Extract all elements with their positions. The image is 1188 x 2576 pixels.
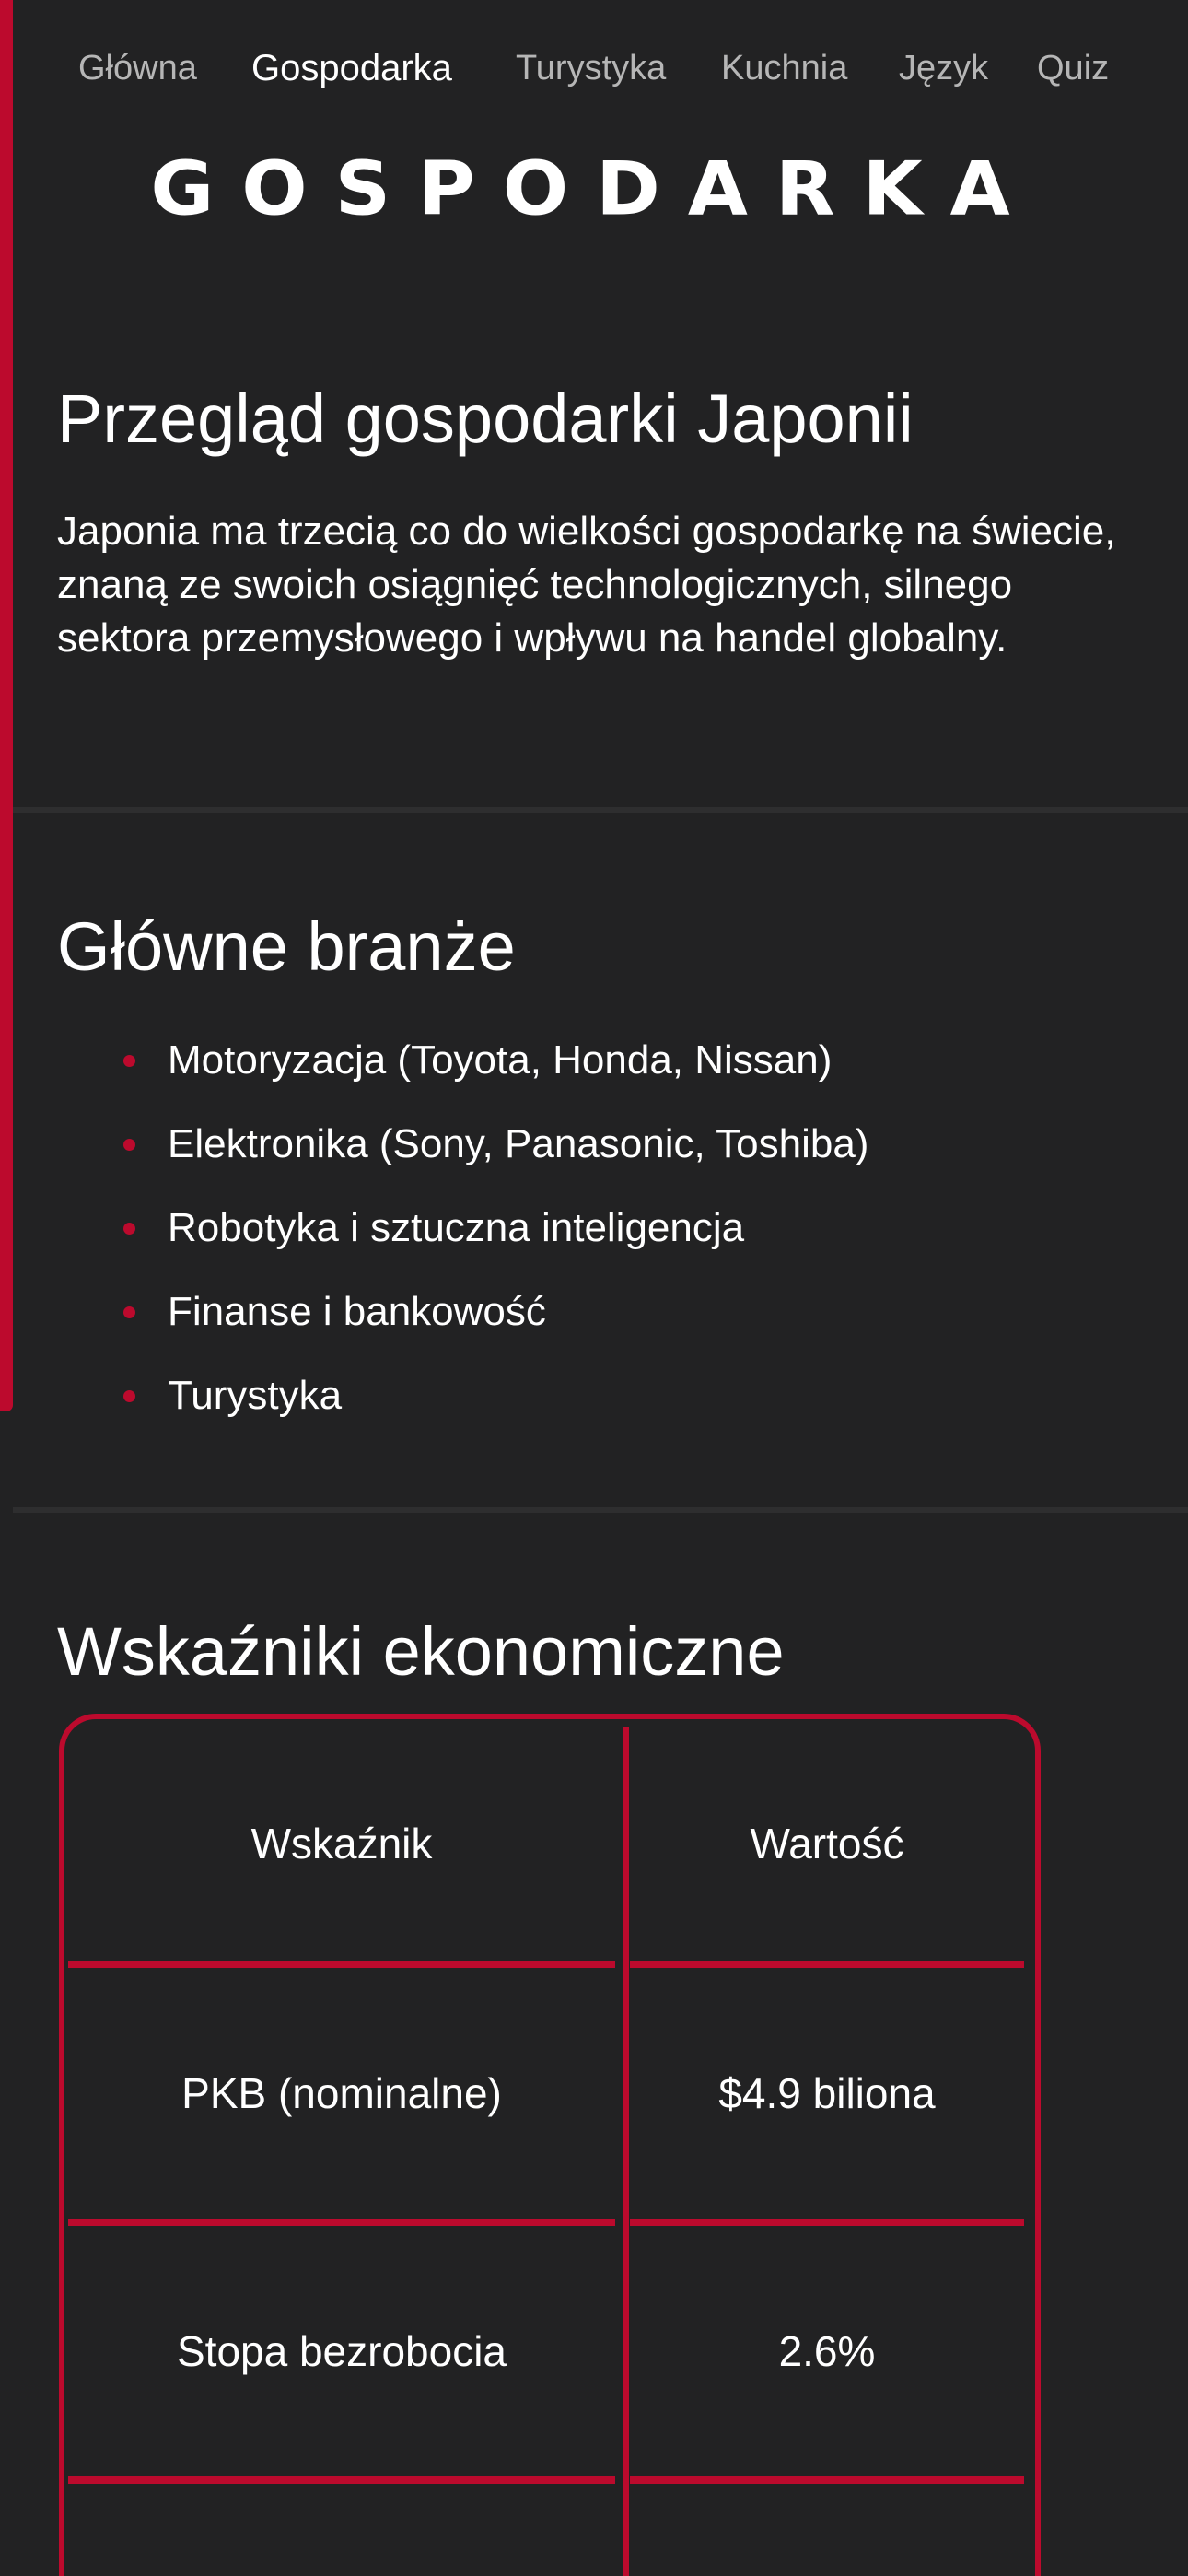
table-column-divider [623, 1727, 629, 2576]
page-logo: GOSPODARKA [150, 146, 1038, 232]
table-row-divider [630, 1961, 1024, 1968]
overview-text: Japonia ma trzecią co do wielkości gospo… [57, 509, 1116, 661]
list-item-label: Finanse i bankowość [168, 1289, 546, 1334]
table-row-divider [68, 2219, 615, 2226]
list-item-label: Elektronika (Sony, Panasonic, Toshiba) [168, 1121, 869, 1166]
list-item: Elektronika (Sony, Panasonic, Toshiba) [57, 1102, 868, 1186]
list-item-label: Robotyka i sztuczna inteligencja [168, 1205, 745, 1250]
table-cell-indicator: PKB (nominalne) [181, 2069, 502, 2117]
table-row-divider [68, 1961, 615, 1968]
table-cell-indicator: Stopa bezrobocia [176, 2327, 507, 2375]
bullet-icon [123, 1055, 135, 1067]
section-divider [13, 807, 1188, 813]
table-cell-value: 2.6% [778, 2327, 876, 2375]
list-item: Finanse i bankowość [57, 1270, 868, 1353]
list-item: Turystyka [57, 1353, 868, 1437]
bullet-icon [123, 1306, 135, 1318]
nav-link-kuchnia[interactable]: Kuchnia [721, 37, 847, 100]
table-row-divider [630, 2219, 1024, 2226]
list-item: Robotyka i sztuczna inteligencja [57, 1186, 868, 1270]
table-row-divider [630, 2476, 1024, 2484]
list-item-label: Motoryzacja (Toyota, Honda, Nissan) [168, 1037, 833, 1083]
nav-link-gospodarka[interactable]: Gospodarka [251, 37, 452, 100]
indicators-table: Wskaźnik Wartość PKB (nominalne) $4.9 bi… [59, 1714, 1041, 2576]
list-item: Motoryzacja (Toyota, Honda, Nissan) [57, 1018, 868, 1102]
top-nav: Główna Gospodarka Turystyka Kuchnia Języ… [0, 37, 1188, 100]
section-divider [13, 1507, 1188, 1513]
overview-title: Przegląd gospodarki Japonii [57, 381, 914, 457]
table-header-indicator: Wskaźnik [250, 1820, 433, 1868]
bullet-icon [123, 1223, 135, 1235]
nav-link-jezyk[interactable]: Język [899, 37, 988, 100]
table-row-divider [68, 2476, 615, 2484]
list-item-label: Turystyka [168, 1373, 343, 1418]
table-header-value: Wartość [750, 1820, 904, 1868]
bullet-icon [123, 1139, 135, 1151]
nav-link-quiz[interactable]: Quiz [1037, 37, 1109, 100]
page: Główna Gospodarka Turystyka Kuchnia Języ… [0, 0, 1188, 2576]
bullet-icon [123, 1390, 135, 1402]
table-cell-value: $4.9 biliona [718, 2069, 936, 2117]
nav-link-glowna[interactable]: Główna [78, 37, 197, 100]
indicators-title: Wskaźniki ekonomiczne [57, 1613, 785, 1690]
nav-link-turystyka[interactable]: Turystyka [516, 37, 666, 100]
industries-list: Motoryzacja (Toyota, Honda, Nissan) Elek… [57, 1018, 868, 1437]
industries-title: Główne branże [57, 908, 516, 985]
